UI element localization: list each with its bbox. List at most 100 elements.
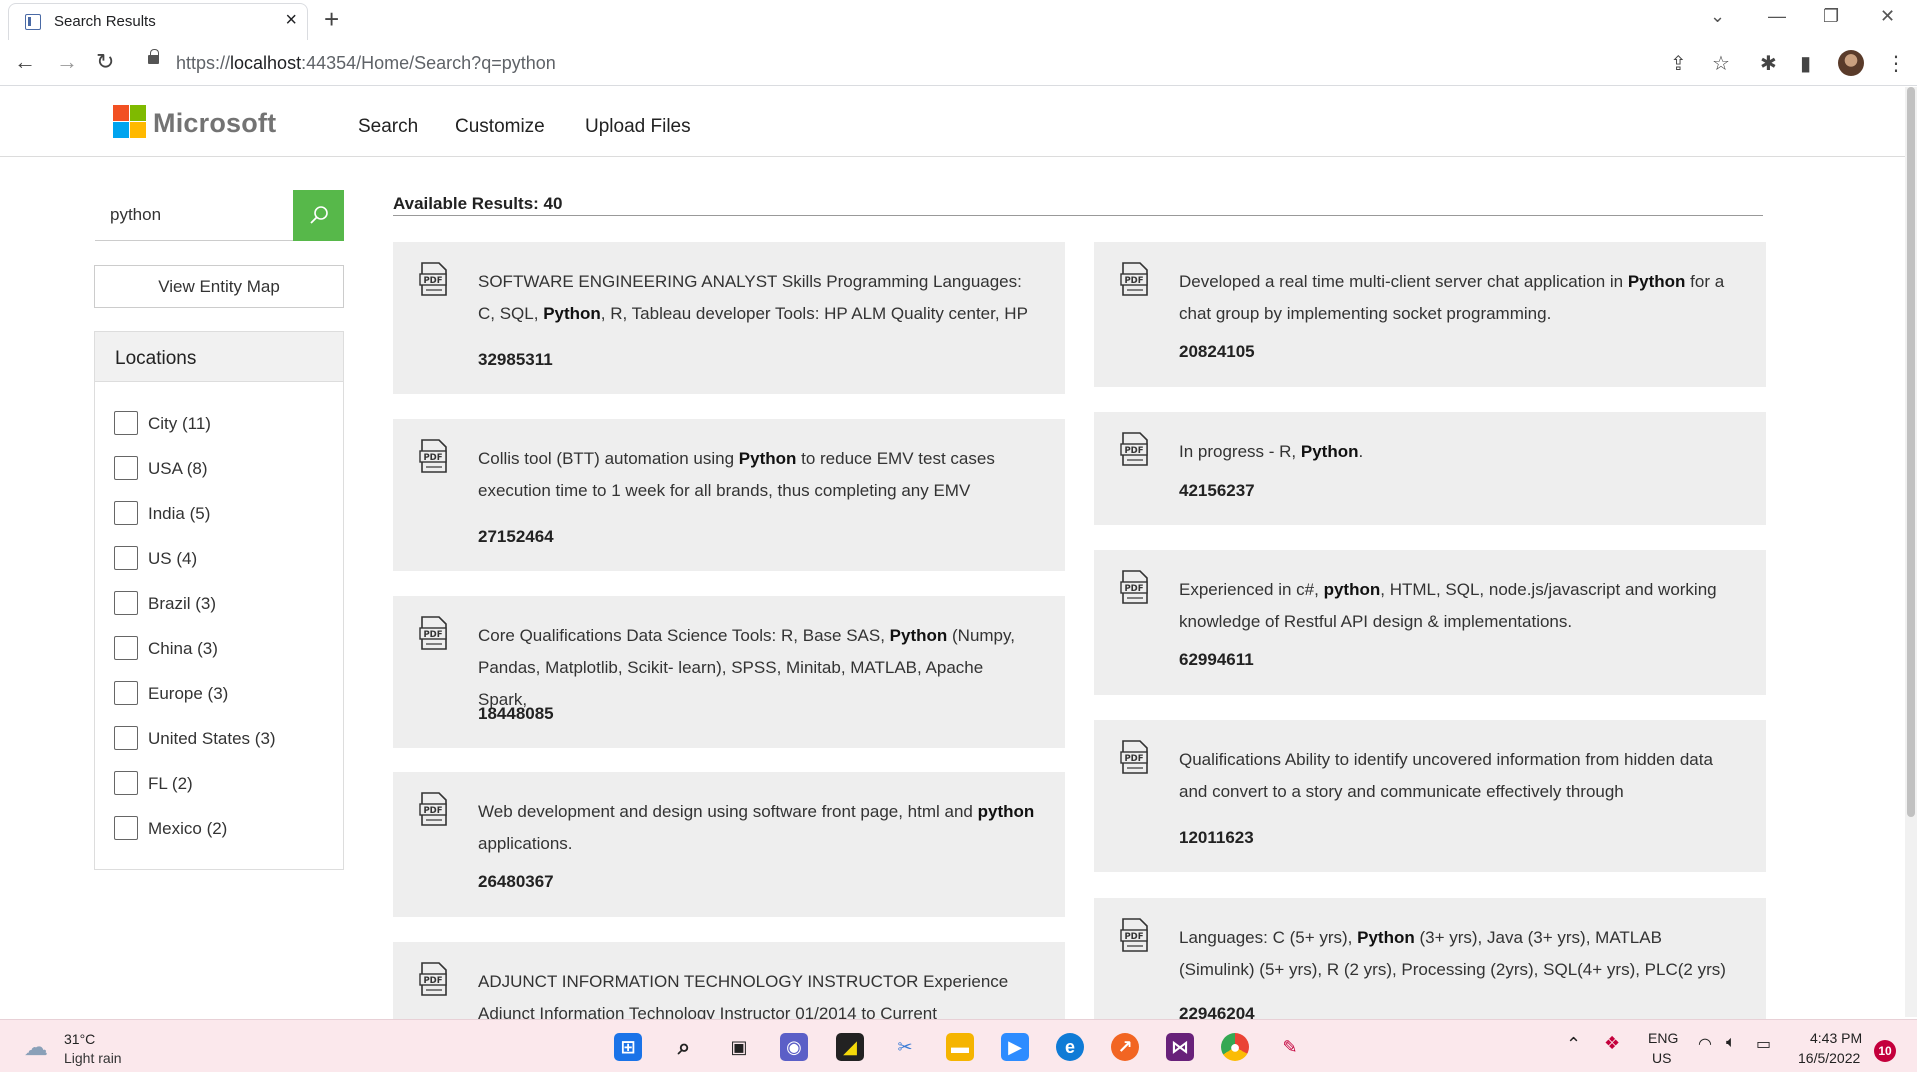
clock-date[interactable]: 16/5/2022: [1798, 1050, 1860, 1066]
profile-avatar[interactable]: [1838, 50, 1864, 76]
wifi-icon[interactable]: ◠: [1698, 1034, 1712, 1054]
result-card[interactable]: PDF Languages: C (5+ yrs), Python (3+ yr…: [1094, 898, 1766, 1019]
result-card[interactable]: PDF Qualifications Ability to identify u…: [1094, 720, 1766, 872]
reload-icon[interactable]: ↻: [96, 50, 114, 74]
pdf-icon: PDF: [419, 439, 447, 473]
weather-description[interactable]: Light rain: [64, 1050, 122, 1066]
microsoft-logo-icon[interactable]: [113, 105, 146, 138]
close-tab-icon[interactable]: ×: [285, 10, 297, 30]
url-field[interactable]: https://localhost:44354/Home/Search?q=py…: [176, 53, 556, 74]
share-icon[interactable]: ⇪: [1670, 51, 1687, 76]
checkbox[interactable]: [114, 771, 138, 795]
search-icon[interactable]: ⌕: [670, 1033, 698, 1061]
checkbox[interactable]: [114, 591, 138, 615]
result-snippet[interactable]: Core Qualifications Data Science Tools: …: [478, 620, 1035, 716]
chevron-up-icon[interactable]: ⌃: [1566, 1034, 1581, 1055]
checkbox[interactable]: [114, 501, 138, 525]
result-snippet[interactable]: ADJUNCT INFORMATION TECHNOLOGY INSTRUCTO…: [478, 966, 1035, 1019]
snippet-text: Core Qualifications Data Science Tools: …: [478, 626, 890, 645]
document-id: 62994611: [1179, 650, 1254, 669]
facet-label: Brazil (3): [148, 594, 217, 613]
result-snippet[interactable]: Web development and design using softwar…: [478, 796, 1035, 860]
lock-icon[interactable]: [148, 49, 159, 64]
svg-text:PDF: PDF: [1124, 932, 1143, 942]
url-path: :44354/Home/Search?q=python: [301, 53, 556, 73]
chat-icon[interactable]: ◉: [780, 1033, 808, 1061]
result-card[interactable]: PDF Core Qualifications Data Science Too…: [393, 596, 1065, 748]
result-snippet[interactable]: Collis tool (BTT) automation using Pytho…: [478, 443, 1035, 507]
result-card[interactable]: PDF Developed a real time multi-client s…: [1094, 242, 1766, 387]
rain-cloud-icon[interactable]: ☁: [24, 1033, 48, 1062]
checkbox[interactable]: [114, 681, 138, 705]
pdf-icon: PDF: [1120, 740, 1148, 774]
result-snippet[interactable]: Developed a real time multi-client serve…: [1179, 266, 1736, 330]
zoom-icon[interactable]: ▶: [1001, 1033, 1029, 1061]
svg-text:PDF: PDF: [1124, 584, 1143, 594]
side-panel-icon[interactable]: ▮: [1800, 51, 1811, 76]
checkbox[interactable]: [114, 456, 138, 480]
sticky-notes-icon[interactable]: ◢: [836, 1033, 864, 1061]
edge-icon[interactable]: e: [1056, 1033, 1084, 1061]
document-id: 22946204: [1179, 1004, 1255, 1019]
region-code[interactable]: US: [1652, 1050, 1671, 1066]
nav-search[interactable]: Search: [358, 116, 418, 138]
new-tab-icon[interactable]: +: [324, 4, 339, 35]
checkbox[interactable]: [114, 546, 138, 570]
clock-time[interactable]: 4:43 PM: [1810, 1030, 1862, 1046]
checkbox[interactable]: [114, 816, 138, 840]
result-snippet[interactable]: SOFTWARE ENGINEERING ANALYST Skills Prog…: [478, 266, 1035, 330]
view-entity-map-button[interactable]: View Entity Map: [94, 265, 344, 308]
page-scrollbar[interactable]: [1905, 87, 1917, 1017]
result-card[interactable]: PDF Experienced in c#, python, HTML, SQL…: [1094, 550, 1766, 695]
result-snippet[interactable]: In progress - R, Python.: [1179, 436, 1736, 468]
windows-start-icon[interactable]: ⊞: [614, 1033, 642, 1061]
browser-tab[interactable]: Search Results ×: [8, 3, 308, 40]
forward-icon[interactable]: →: [56, 50, 78, 74]
snip-icon[interactable]: ✂: [891, 1033, 919, 1061]
search-input[interactable]: [95, 190, 295, 241]
menu-icon[interactable]: ⋮: [1886, 51, 1906, 76]
minimize-icon[interactable]: —: [1768, 6, 1786, 27]
battery-icon[interactable]: ▭: [1756, 1034, 1771, 1054]
result-snippet[interactable]: Languages: C (5+ yrs), Python (3+ yrs), …: [1179, 922, 1736, 986]
chrome-icon[interactable]: ●: [1221, 1033, 1249, 1061]
language-code[interactable]: ENG: [1648, 1030, 1678, 1046]
brand-name[interactable]: Microsoft: [153, 108, 276, 139]
result-card[interactable]: PDF In progress - R, Python. 42156237: [1094, 412, 1766, 525]
result-snippet[interactable]: Qualifications Ability to identify uncov…: [1179, 744, 1736, 808]
restore-icon[interactable]: ❐: [1823, 6, 1839, 27]
taskbar: ☁ 31°C Light rain ⊞ ⌕ ▣ ◉ ◢ ✂ ▬ ▶ e ↗ ⋈ …: [0, 1019, 1917, 1072]
app-tray-icon[interactable]: ❖: [1604, 1033, 1620, 1054]
bookmark-star-icon[interactable]: ☆: [1712, 51, 1730, 76]
close-window-icon[interactable]: ✕: [1880, 6, 1895, 27]
search-button[interactable]: [293, 190, 344, 241]
result-card[interactable]: PDF Collis tool (BTT) automation using P…: [393, 419, 1065, 571]
back-icon[interactable]: ←: [14, 50, 36, 74]
scrollbar-thumb[interactable]: [1907, 87, 1915, 817]
nav-upload-files[interactable]: Upload Files: [585, 116, 691, 138]
volume-icon[interactable]: 🔈︎: [1726, 1034, 1736, 1052]
facet-label: Europe (3): [148, 684, 229, 703]
svg-text:PDF: PDF: [423, 630, 442, 640]
checkbox[interactable]: [114, 726, 138, 750]
extensions-icon[interactable]: ✱: [1760, 51, 1777, 76]
checkbox[interactable]: [114, 411, 138, 435]
result-card[interactable]: PDF ADJUNCT INFORMATION TECHNOLOGY INSTR…: [393, 942, 1065, 1019]
chevron-down-icon[interactable]: ⌄: [1710, 6, 1725, 27]
file-explorer-icon[interactable]: ▬: [946, 1033, 974, 1061]
notification-badge[interactable]: 10: [1874, 1040, 1896, 1062]
facet-label: City (11): [148, 414, 211, 433]
document-id: 42156237: [1179, 481, 1255, 500]
result-card[interactable]: PDF Web development and design using sof…: [393, 772, 1065, 917]
checkbox[interactable]: [114, 636, 138, 660]
snipping-tool-icon[interactable]: ✎: [1276, 1033, 1304, 1061]
task-view-icon[interactable]: ▣: [725, 1033, 753, 1061]
result-card[interactable]: PDF SOFTWARE ENGINEERING ANALYST Skills …: [393, 242, 1065, 394]
nav-customize[interactable]: Customize: [455, 116, 545, 138]
postman-icon[interactable]: ↗: [1111, 1033, 1139, 1061]
weather-temperature[interactable]: 31°C: [64, 1031, 95, 1047]
browser-tab-strip: Search Results × + ⌄ — ❐ ✕: [0, 0, 1917, 40]
result-snippet[interactable]: Experienced in c#, python, HTML, SQL, no…: [1179, 574, 1736, 638]
visual-studio-icon[interactable]: ⋈: [1166, 1033, 1194, 1061]
pdf-icon: PDF: [1120, 432, 1148, 466]
